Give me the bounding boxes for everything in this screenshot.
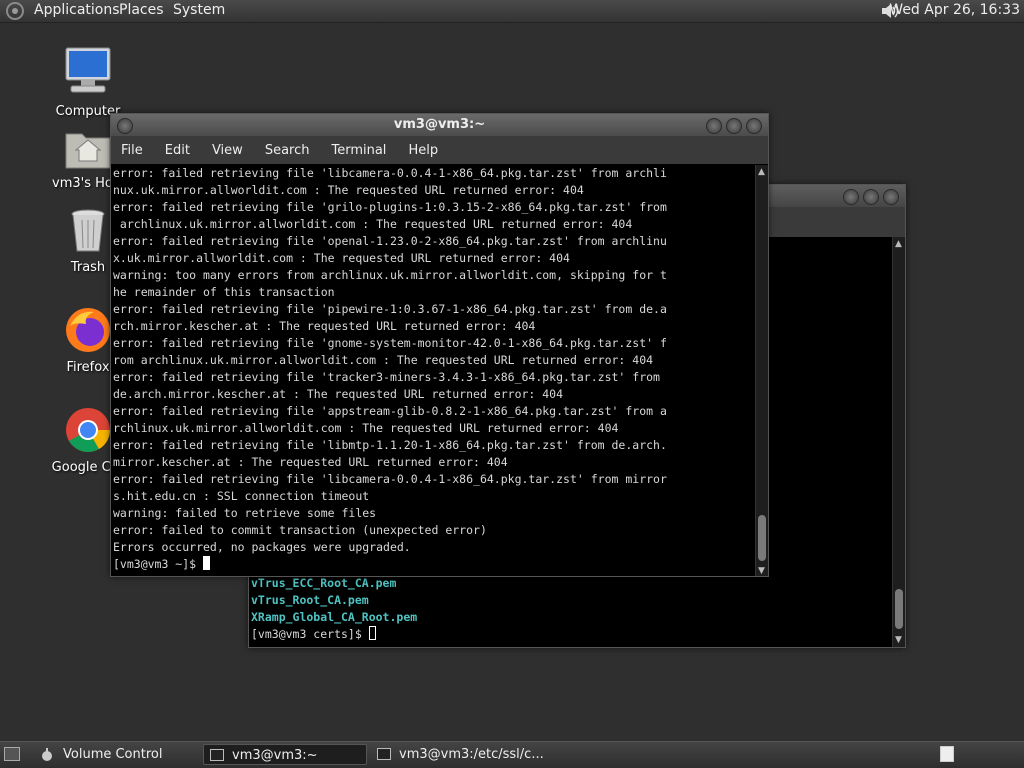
terminal-icon [210, 749, 224, 761]
taskbar-item-label: vm3@vm3:/etc/ssl/c... [399, 747, 544, 762]
terminal-line: error: failed retrieving file 'pipewire-… [113, 302, 667, 316]
terminal-output[interactable]: error: failed retrieving file 'libcamera… [113, 165, 753, 573]
terminal-line: nux.uk.mirror.allworldit.com : The reque… [113, 183, 584, 197]
terminal-line: rom archlinux.uk.mirror.allworldit.com :… [113, 353, 654, 367]
terminal-icon [377, 748, 391, 760]
trash-applet-icon[interactable] [940, 746, 954, 762]
trash-icon [71, 209, 105, 252]
taskbar-item-volume-control[interactable]: Volume Control [35, 744, 195, 765]
terminal-line: error: failed retrieving file 'tracker3-… [113, 370, 660, 384]
os-logo-icon[interactable] [6, 2, 24, 20]
terminal-line: error: failed retrieving file 'openal-1.… [113, 234, 667, 248]
window-menu-icon[interactable] [117, 118, 133, 134]
close-button[interactable] [746, 118, 762, 134]
clock[interactable]: Wed Apr 26, 16:33 [889, 2, 1020, 18]
terminal-line: de.arch.mirror.kescher.at : The requeste… [113, 387, 564, 401]
menu-edit[interactable]: Edit [165, 143, 190, 158]
top-panel: Applications Places System Wed Apr 26, 1… [0, 0, 1024, 23]
terminal-output[interactable]: vTrus_ECC_Root_CA.pem vTrus_Root_CA.pem XR… [251, 575, 417, 643]
text-cursor [203, 556, 211, 570]
scrollbar[interactable]: ▲ ▼ [892, 237, 905, 647]
window-title: vm3@vm3:~ [393, 117, 486, 132]
terminal-line: warning: failed to retrieve some files [113, 506, 377, 520]
prompt-line: [vm3@vm3 ~]$ [113, 556, 753, 573]
terminal-line: error: failed to commit transaction (une… [113, 523, 487, 537]
terminal-line: error: failed retrieving file 'gnome-sys… [113, 336, 667, 350]
home-folder-icon [65, 133, 111, 169]
terminal-line: error: failed retrieving file 'grilo-plu… [113, 200, 667, 214]
terminal-line: error: failed retrieving file 'libcamera… [113, 166, 667, 180]
firefox-icon [66, 308, 110, 352]
terminal-line: error: failed retrieving file 'libmtp-1.… [113, 438, 667, 452]
computer-icon [65, 47, 111, 93]
taskbar-item-label: vm3@vm3:~ [232, 748, 318, 763]
terminal-window-home[interactable]: vm3@vm3:~ File Edit View Search Terminal… [110, 113, 769, 577]
scrollbar[interactable]: ▲ ▼ [755, 165, 768, 576]
terminal-line: archlinux.uk.mirror.allworldit.com : The… [113, 217, 633, 231]
terminal-line: mirror.kescher.at : The requested URL re… [113, 455, 508, 469]
menu-view[interactable]: View [212, 143, 243, 158]
taskbar-item-terminal-certs[interactable]: vm3@vm3:/etc/ssl/c... [371, 744, 571, 765]
menu-file[interactable]: File [121, 143, 143, 158]
minimize-button[interactable] [843, 189, 859, 205]
menu-applications[interactable]: Applications [34, 2, 120, 18]
chrome-icon [66, 408, 110, 452]
scroll-down-icon[interactable]: ▼ [895, 635, 902, 645]
scroll-thumb[interactable] [895, 589, 903, 629]
terminal-line: x.uk.mirror.allworldit.com : The request… [113, 251, 570, 265]
terminal-line: Errors occurred, no packages were upgrad… [113, 540, 411, 554]
scroll-down-icon[interactable]: ▼ [758, 566, 765, 576]
shell-prompt: [vm3@vm3 certs]$ [251, 627, 369, 641]
desktop-icon-computer[interactable]: Computer [38, 46, 138, 119]
terminal-line: warning: too many errors from archlinux.… [113, 268, 667, 282]
menu-help[interactable]: Help [408, 143, 438, 158]
scroll-thumb[interactable] [758, 515, 766, 561]
taskbar-item-terminal-home[interactable]: vm3@vm3:~ [203, 744, 367, 765]
menu-terminal[interactable]: Terminal [331, 143, 386, 158]
terminal-line: error: failed retrieving file 'libcamera… [113, 472, 667, 486]
maximize-button[interactable] [863, 189, 879, 205]
close-button[interactable] [883, 189, 899, 205]
terminal-line: rchlinux.uk.mirror.allworldit.com : The … [113, 421, 619, 435]
terminal-line: s.hit.edu.cn : SSL connection timeout [113, 489, 370, 503]
menu-places[interactable]: Places [119, 2, 164, 18]
text-cursor [368, 626, 376, 640]
taskbar-item-label: Volume Control [63, 747, 163, 762]
menu-system[interactable]: System [173, 2, 225, 18]
scroll-up-icon[interactable]: ▲ [895, 239, 902, 249]
terminal-line: rch.mirror.kescher.at : The requested UR… [113, 319, 536, 333]
maximize-button[interactable] [726, 118, 742, 134]
terminal-line: he remainder of this transaction [113, 285, 335, 299]
terminal-line: error: failed retrieving file 'appstream… [113, 404, 667, 418]
shell-prompt: [vm3@vm3 ~]$ [113, 557, 204, 571]
minimize-button[interactable] [706, 118, 722, 134]
terminal-line: XRamp_Global_CA_Root.pem [251, 610, 418, 624]
terminal-line: vTrus_ECC_Root_CA.pem [251, 576, 397, 590]
scroll-up-icon[interactable]: ▲ [758, 167, 765, 177]
show-desktop-icon[interactable] [4, 747, 20, 761]
window-titlebar[interactable]: vm3@vm3:~ [111, 114, 768, 136]
window-menubar: File Edit View Search Terminal Help [111, 136, 768, 164]
menu-search[interactable]: Search [265, 143, 310, 158]
terminal-line: vTrus_Root_CA.pem [251, 593, 369, 607]
bottom-panel: Volume Control vm3@vm3:~ vm3@vm3:/etc/ss… [0, 741, 1024, 768]
